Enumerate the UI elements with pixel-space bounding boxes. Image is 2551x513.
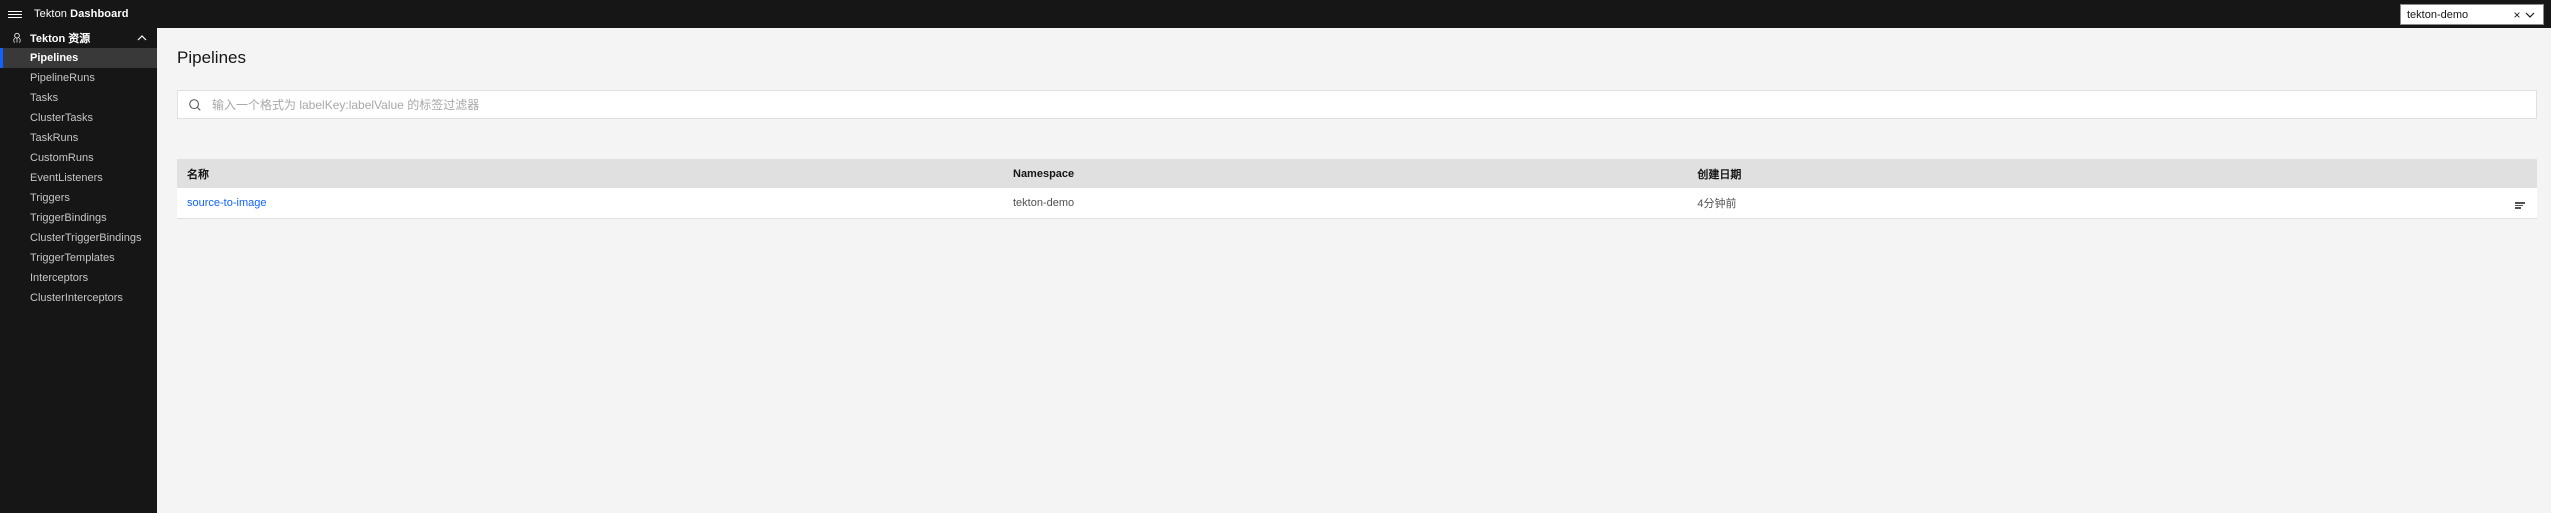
- namespace-selector[interactable]: tekton-demo ×: [2400, 4, 2544, 25]
- sidebar-item-customruns[interactable]: CustomRuns: [0, 148, 157, 168]
- menu-toggle-button[interactable]: [8, 6, 24, 22]
- cell-namespace: tekton-demo: [1003, 188, 1687, 218]
- namespace-value: tekton-demo: [2407, 9, 2511, 21]
- pipeline-name-link[interactable]: source-to-image: [187, 197, 266, 209]
- sidebar-item-interceptors[interactable]: Interceptors: [0, 268, 157, 288]
- sidebar-item-triggerbindings[interactable]: TriggerBindings: [0, 208, 157, 228]
- page-title: Pipelines: [177, 48, 2537, 68]
- sidebar-item-pipelineruns[interactable]: PipelineRuns: [0, 68, 157, 88]
- sidebar-item-triggers[interactable]: Triggers: [0, 188, 157, 208]
- sidebar-group-tekton[interactable]: Tekton 资源: [0, 28, 157, 48]
- sidebar-item-taskruns[interactable]: TaskRuns: [0, 128, 157, 148]
- sidebar-group-label: Tekton 资源: [30, 30, 137, 46]
- clear-icon[interactable]: ×: [2511, 8, 2523, 22]
- label-filter-input[interactable]: [212, 98, 2526, 112]
- sidebar-item-tasks[interactable]: Tasks: [0, 88, 157, 108]
- sidebar-item-clustertasks[interactable]: ClusterTasks: [0, 108, 157, 128]
- brand-title: Tekton Dashboard: [34, 8, 129, 20]
- col-header-name: 名称: [177, 159, 1003, 188]
- brand-prefix: Tekton: [34, 8, 70, 20]
- col-header-namespace: Namespace: [1003, 159, 1687, 188]
- tekton-logo-icon: [10, 31, 24, 45]
- pipelines-table: 名称 Namespace 创建日期 source-to-image tekton-…: [177, 159, 2537, 219]
- label-filter[interactable]: [177, 90, 2537, 119]
- row-actions-icon[interactable]: [2513, 200, 2527, 211]
- sidebar-item-clusterinterceptors[interactable]: ClusterInterceptors: [0, 288, 157, 308]
- sidebar-item-eventlisteners[interactable]: EventListeners: [0, 168, 157, 188]
- main-content: Pipelines 名称 Namespace 创建日期 source-to-im…: [157, 28, 2551, 513]
- chevron-up-icon: [137, 32, 147, 44]
- table-row: source-to-image tekton-demo4分钟前: [177, 188, 2537, 218]
- table-header-row: 名称 Namespace 创建日期: [177, 159, 2537, 188]
- col-header-created: 创建日期: [1687, 159, 2466, 188]
- cell-created: 4分钟前: [1687, 188, 2466, 218]
- sidebar-item-pipelines[interactable]: Pipelines: [0, 48, 157, 68]
- col-header-actions: [2466, 159, 2537, 188]
- search-icon: [188, 98, 202, 112]
- sidebar-item-triggertemplates[interactable]: TriggerTemplates: [0, 248, 157, 268]
- sidebar-item-clustertriggerbindings[interactable]: ClusterTriggerBindings: [0, 228, 157, 248]
- sidebar: Tekton 资源 PipelinesPipelineRunsTasksClus…: [0, 28, 157, 513]
- chevron-down-icon: [2523, 9, 2537, 21]
- brand-bold: Dashboard: [70, 8, 128, 20]
